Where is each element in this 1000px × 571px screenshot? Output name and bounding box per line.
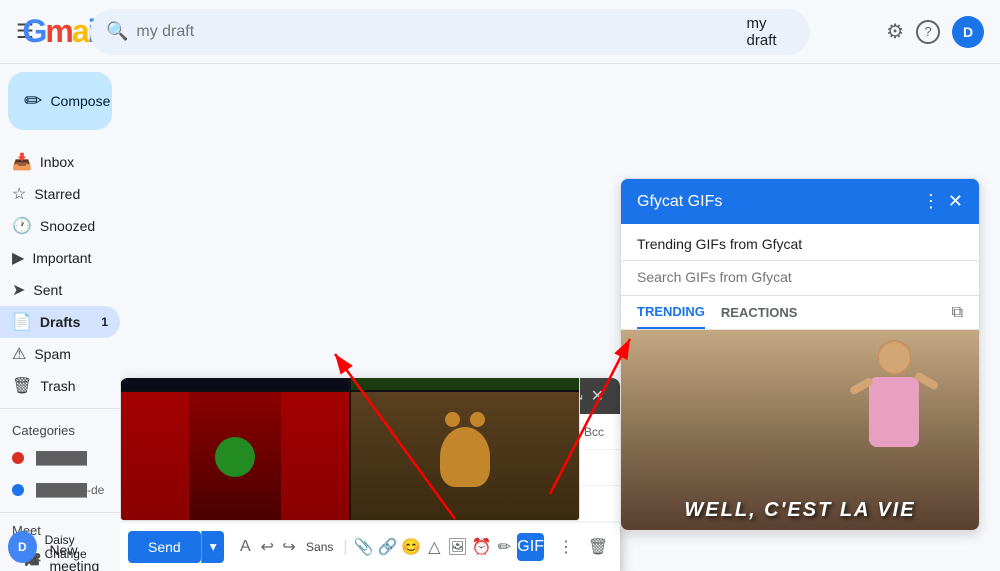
compose-button[interactable]: ✏ Compose bbox=[8, 72, 112, 130]
gfycat-close-icon[interactable]: ✕ bbox=[948, 191, 963, 212]
undo-icon[interactable]: ↩ bbox=[258, 533, 276, 561]
sans-label: Sans bbox=[306, 540, 333, 554]
close-compose-icon[interactable]: ✕ bbox=[591, 386, 604, 406]
label2-color bbox=[12, 484, 24, 496]
giphy-grid: THAT'S COOL bbox=[121, 378, 579, 520]
sidebar-item-spam[interactable]: ⚠ Spam bbox=[0, 338, 120, 370]
gif-button[interactable]: GIF bbox=[517, 533, 544, 561]
top-bar: ☰ Gmail 🔍 my draft ⚙ ? D bbox=[0, 0, 1000, 64]
gfycat-copy-icon[interactable]: ⧉ bbox=[952, 304, 963, 322]
sidebar-item-sent[interactable]: ➤ Sent bbox=[0, 274, 120, 306]
sidebar-item-inbox[interactable]: 📥 Inbox bbox=[0, 146, 120, 178]
clock-icon[interactable]: ⏰ bbox=[472, 533, 492, 561]
gfycat-search-input[interactable] bbox=[637, 269, 963, 285]
starred-icon: ☆ bbox=[12, 184, 26, 204]
gfycat-trending-text: Trending GIFs from Gfycat bbox=[621, 224, 979, 261]
snoozed-icon: 🕐 bbox=[12, 216, 32, 236]
sidebar-item-drafts[interactable]: 📄 Drafts 1 bbox=[0, 306, 120, 338]
categories-label: Categories bbox=[0, 415, 120, 442]
emoji-icon[interactable]: 😊 bbox=[401, 533, 421, 561]
send-button-group: Send ▾ bbox=[128, 531, 224, 563]
delete-compose-icon[interactable]: 🗑 bbox=[584, 533, 612, 561]
sidebar-item-starred[interactable]: ☆ Starred bbox=[0, 178, 120, 210]
gfycat-gif-display[interactable]: WELL, C'EST LA VIE bbox=[621, 330, 979, 530]
compose-toolbar: Send ▾ A ↩ ↪ Sans | 📎 🔗 😊 △ 🖼 ⏰ ✏ GIF ⋮ bbox=[120, 522, 620, 571]
sidebar-item-trash[interactable]: 🗑 Trash bbox=[0, 370, 120, 402]
search-bar[interactable]: 🔍 my draft bbox=[90, 9, 810, 55]
attach-icon[interactable]: 📎 bbox=[354, 533, 374, 561]
user-avatar-top[interactable]: D bbox=[952, 16, 984, 48]
gfycat-panel: Gfycat GIFs ⋮ ✕ Trending GIFs from Gfyca… bbox=[620, 178, 980, 531]
giphy-gif-1[interactable]: THAT'S COOL bbox=[121, 378, 349, 390]
gfycat-search-area bbox=[621, 261, 979, 296]
inbox-icon: 📥 bbox=[12, 152, 32, 172]
giphy-popup: G GIPHY GIFs Stickers 🔍 Trending Reactio… bbox=[120, 378, 580, 521]
spam-icon: ⚠ bbox=[12, 344, 26, 364]
settings-icon[interactable]: ⚙ bbox=[886, 19, 904, 44]
giphy-gif-3[interactable] bbox=[121, 392, 349, 521]
trash-icon: 🗑 bbox=[12, 376, 32, 396]
sidebar-bottom: D Daisy Change bbox=[0, 523, 120, 571]
gfycat-gif-text: WELL, C'EST LA VIE bbox=[684, 499, 915, 522]
sent-icon: ➤ bbox=[12, 280, 25, 300]
send-button[interactable]: Send bbox=[128, 531, 201, 563]
gfycat-title: Gfycat GIFs bbox=[637, 193, 922, 211]
compose-window: New Message − ⤡ ✕ From WonderFox Support… bbox=[120, 378, 620, 571]
toolbar-right: ⋮ 🗑 bbox=[552, 533, 612, 561]
search-icon: 🔍 bbox=[106, 21, 128, 42]
giphy-gif-4[interactable] bbox=[351, 392, 579, 521]
gfycat-header: Gfycat GIFs ⋮ ✕ bbox=[621, 179, 979, 224]
more-options-icon[interactable]: ⋮ bbox=[552, 533, 580, 561]
sidebar-item-snoozed[interactable]: 🕐 Snoozed bbox=[0, 210, 120, 242]
user-avatar-sidebar[interactable]: D bbox=[8, 531, 37, 563]
formatting-icon[interactable]: A bbox=[236, 533, 254, 561]
sidebar: ✏ Compose 📥 Inbox ☆ Starred 🕐 Snoozed ▶ … bbox=[0, 64, 120, 571]
draw-icon[interactable]: ✏ bbox=[495, 533, 513, 561]
help-button[interactable]: ? bbox=[916, 20, 940, 44]
redo-icon[interactable]: ↪ bbox=[280, 533, 298, 561]
photo-icon[interactable]: 🖼 bbox=[447, 533, 467, 561]
compose-plus-icon: ✏ bbox=[24, 88, 42, 114]
giphy-gif-2[interactable] bbox=[351, 378, 579, 390]
sidebar-item-label1[interactable]: ██████ bbox=[0, 442, 120, 474]
gfycat-tabs: TRENDING REACTIONS ⧉ bbox=[621, 296, 979, 330]
search-input[interactable] bbox=[136, 23, 738, 41]
important-icon: ▶ bbox=[12, 248, 24, 268]
send-dropdown-button[interactable]: ▾ bbox=[201, 531, 225, 563]
label1-color bbox=[12, 452, 24, 464]
gfycat-tab-reactions[interactable]: REACTIONS bbox=[721, 297, 798, 328]
drive-icon[interactable]: △ bbox=[425, 533, 443, 561]
search-value-text: my draft bbox=[747, 15, 794, 49]
drafts-icon: 📄 bbox=[12, 312, 32, 332]
gfycat-more-icon[interactable]: ⋮ bbox=[922, 191, 940, 212]
gmail-logo: Gmail bbox=[46, 16, 78, 48]
gfycat-header-actions: ⋮ ✕ bbox=[922, 191, 963, 212]
top-right-actions: ⚙ ? D bbox=[886, 16, 984, 48]
gfycat-tab-trending[interactable]: TRENDING bbox=[637, 296, 705, 329]
sidebar-item-label2[interactable]: ██████-de bbox=[0, 474, 120, 506]
sidebar-item-important[interactable]: ▶ Important bbox=[0, 242, 120, 274]
main-content: New Message − ⤡ ✕ From WonderFox Support… bbox=[120, 64, 1000, 571]
link-icon[interactable]: 🔗 bbox=[377, 533, 397, 561]
